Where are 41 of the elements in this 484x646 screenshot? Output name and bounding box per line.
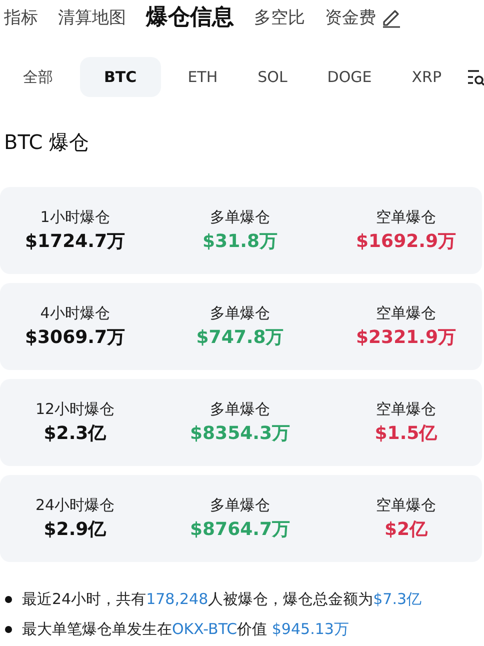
coin-tab[interactable]: SOL <box>244 57 300 97</box>
note-text: 最大单笔爆仓单发生在OKX-BTC价值 $945.13万 <box>22 620 349 639</box>
coin-tab[interactable]: 全部 <box>10 56 66 98</box>
stat-value: $8354.3万 <box>190 422 290 445</box>
bullet-icon <box>5 626 12 633</box>
filter-search-icon[interactable] <box>466 68 484 86</box>
stat-label: 12小时爆仓 <box>35 400 115 419</box>
note-text: 最近24小时，共有178,248人被爆仓，爆仓总金额为$7.3亿 <box>22 590 422 609</box>
stat-label: 多单爆仓 <box>210 304 270 323</box>
stat-value: $1.5亿 <box>374 422 438 445</box>
stat-label: 多单爆仓 <box>210 496 270 515</box>
stat-label: 空单爆仓 <box>376 208 436 227</box>
stat-value: $31.8万 <box>202 230 278 253</box>
stat-label: 1小时爆仓 <box>40 208 110 227</box>
nav-tab[interactable]: 资金费 <box>325 6 376 28</box>
nav-tab[interactable]: 爆仓信息 <box>146 2 234 32</box>
coin-tab[interactable]: ETH <box>174 57 231 97</box>
stat-value: $747.8万 <box>196 326 284 349</box>
stat-label: 空单爆仓 <box>376 400 436 419</box>
stat-value: $1692.9万 <box>356 230 456 253</box>
section-title: BTC 爆仓 <box>4 129 90 156</box>
stat-value: $8764.7万 <box>190 518 290 541</box>
nav-tab[interactable]: 清算地图 <box>58 6 126 28</box>
stat-label: 空单爆仓 <box>376 304 436 323</box>
stat-value: $2.9亿 <box>44 518 106 541</box>
stat-label: 多单爆仓 <box>210 400 270 419</box>
stat-value: $3069.7万 <box>25 326 125 349</box>
stat-label: 多单爆仓 <box>210 208 270 227</box>
stat-label: 24小时爆仓 <box>35 496 115 515</box>
stat-label: 空单爆仓 <box>376 496 436 515</box>
coin-tab[interactable]: XRP <box>398 57 455 97</box>
stat-value: $2亿 <box>384 518 428 541</box>
bullet-icon <box>5 596 12 603</box>
coin-tab[interactable]: BTC <box>80 57 161 97</box>
stat-label: 4小时爆仓 <box>40 304 110 323</box>
stat-value: $1724.7万 <box>25 230 125 253</box>
nav-tab[interactable]: 指标 <box>4 6 38 28</box>
stat-value: $2321.9万 <box>356 326 456 349</box>
coin-tab[interactable]: DOGE <box>314 57 385 97</box>
stat-value: $2.3亿 <box>44 422 106 445</box>
nav-tab[interactable]: 多空比 <box>254 6 305 28</box>
